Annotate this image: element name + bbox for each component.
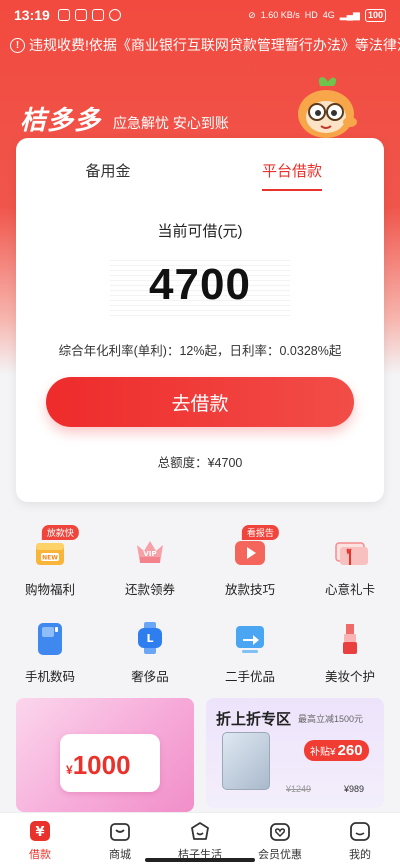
profile-icon — [350, 822, 370, 841]
info-icon: ! — [10, 37, 25, 53]
loan-tabs: 备用金 平台借款 — [16, 160, 384, 181]
grid-badge: 看报告 — [241, 525, 279, 540]
gift-card-icon — [335, 542, 368, 565]
arrow-box-icon — [236, 626, 264, 653]
brand-slogan: 应急解忧 安心到账 — [113, 115, 229, 131]
notification-icon — [57, 9, 70, 21]
orange-smile-icon — [191, 822, 209, 840]
watch-icon: L — [138, 622, 162, 654]
network-speed: 1.60 KB/s — [260, 10, 300, 20]
tab-bar-profile[interactable]: 我的 — [320, 813, 400, 866]
service-grid: 放款快 NEW 购物福利 VIP 还款领券 看报告 放款技巧 心意礼卡 手机数码… — [0, 525, 400, 699]
vip-crown-icon: VIP — [137, 541, 163, 563]
discount-zone-subtitle: 最高立减1500元 — [298, 714, 364, 724]
available-amount: 4700 — [149, 260, 251, 309]
status-time: 13:19 — [14, 7, 50, 23]
grid-item-shopping-welfare[interactable]: 放款快 NEW 购物福利 — [0, 525, 100, 612]
grid-item-gift-card[interactable]: 心意礼卡 — [300, 525, 400, 612]
discount-zone-title: 折上折专区 — [216, 711, 292, 728]
coupon-value: ¥1000 — [66, 750, 131, 780]
tab-bar-label: 我的 — [349, 849, 371, 861]
tab-bar-loan[interactable]: ¥ 借款 — [0, 813, 80, 866]
status-bar: 13:19 ⊘ 1.60 KB/s HD 4G ▂▄▆ 100 — [0, 0, 400, 30]
svg-text:NEW: NEW — [42, 555, 58, 562]
tab-reserve-fund[interactable]: 备用金 — [16, 160, 200, 181]
grid-badge: 放款快 — [41, 525, 79, 540]
phone-product-image — [222, 732, 270, 790]
grid-label: 手机数码 — [24, 670, 75, 684]
grid-item-repay-coupon[interactable]: VIP 还款领券 — [100, 525, 200, 612]
available-label: 当前可借(元) — [157, 223, 243, 240]
grid-label: 心意礼卡 — [324, 583, 375, 597]
grid-label: 还款领券 — [124, 583, 175, 597]
marquee-text: 违规收费!依据《商业银行互联网贷款管理暂行办法》等法律法规 — [29, 37, 400, 53]
brand-header: 桔多多 应急解忧 安心到账 — [20, 100, 229, 137]
app-notification-icon — [74, 9, 87, 21]
old-price: ¥1249 — [286, 784, 312, 794]
mute-icon: ⊘ — [248, 9, 256, 20]
home-indicator[interactable] — [145, 858, 255, 862]
grid-label: 美妆个护 — [324, 670, 375, 684]
svg-text:L: L — [146, 632, 153, 645]
grid-label: 放款技巧 — [224, 583, 275, 597]
total-credit-text: 总额度：¥4700 — [157, 456, 243, 470]
subsidy-badge: 补贴¥ 260 — [304, 740, 369, 761]
tab-bar-label: 会员优惠 — [258, 849, 302, 861]
svg-text:VIP: VIP — [143, 550, 156, 558]
grid-label: 购物福利 — [24, 583, 75, 597]
grid-label: 二手优品 — [224, 670, 275, 684]
lipstick-icon — [343, 624, 357, 654]
grid-item-digital[interactable]: 手机数码 — [0, 612, 100, 699]
interest-rate-text: 综合年化利率(单利)：12%起，日利率：0.0328%起 — [58, 344, 342, 358]
discount-zone-banner[interactable]: 折上折专区 最高立减1500元 补贴¥ 260 ¥1249 ¥989 — [206, 698, 384, 808]
svg-text:¥: ¥ — [35, 825, 44, 840]
grid-item-beauty[interactable]: 美妆个护 — [300, 612, 400, 699]
grid-item-loan-tips[interactable]: 看报告 放款技巧 — [200, 525, 300, 612]
heart-bag-icon — [270, 823, 290, 841]
hd-icon: HD — [304, 10, 318, 20]
tab-platform-loan[interactable]: 平台借款 — [200, 160, 384, 181]
grid-item-second-hand[interactable]: 二手优品 — [200, 612, 300, 699]
notice-marquee[interactable]: ! 违规收费!依据《商业银行互联网贷款管理暂行办法》等法律法规 — [0, 30, 400, 60]
grid-label: 奢侈品 — [131, 670, 169, 684]
tab-bar-label: 借款 — [29, 849, 51, 861]
yen-icon: ¥ — [30, 821, 50, 841]
new-price: ¥989 — [344, 784, 365, 794]
coupon-banner[interactable]: ¥1000 — [16, 698, 194, 812]
tab-bar-label: 商城 — [109, 849, 131, 861]
borrow-button[interactable]: 去借款 — [46, 377, 354, 427]
brand-logo: 桔多多 — [20, 105, 102, 135]
signal-text: 4G — [322, 10, 335, 20]
shopping-bag-icon — [110, 823, 130, 841]
orange-mascot-icon — [298, 77, 357, 138]
grid-item-luxury[interactable]: L 奢侈品 — [100, 612, 200, 699]
signal-icon: ▂▄▆ — [339, 9, 360, 20]
play-notification-icon — [91, 9, 104, 21]
battery-icon: 100 — [364, 8, 386, 22]
weibo-notification-icon — [108, 9, 121, 21]
phone-icon — [38, 623, 62, 655]
loan-card: 备用金 平台借款 当前可借(元) 4700 综合年化利率(单利)：12%起，日利… — [16, 138, 384, 502]
